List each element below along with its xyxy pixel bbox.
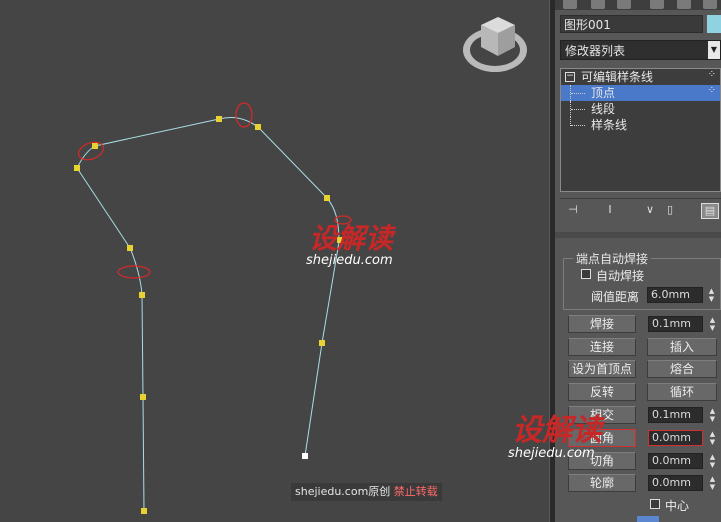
motion-tab-icon[interactable]	[650, 0, 664, 9]
weld-threshold-input[interactable]: 0.1mm	[648, 316, 703, 332]
hierarchy-tab-icon[interactable]	[617, 0, 631, 9]
vertex	[92, 143, 98, 149]
chevron-down-icon[interactable]: ▼	[708, 41, 720, 59]
vertex	[127, 245, 133, 251]
spline-canvas[interactable]	[0, 0, 549, 522]
outline-button[interactable]: 轮廓	[568, 474, 636, 492]
stack-item-editable-spline[interactable]: − 可编辑样条线 ⁘	[561, 69, 720, 85]
tree-line	[571, 109, 585, 110]
remove-modifier-icon[interactable]: ▯	[662, 203, 678, 217]
subobject-dots-icon: ⁘	[707, 85, 716, 96]
stack-item-segment[interactable]: 线段	[561, 101, 720, 117]
center-label: 中心	[665, 499, 690, 513]
object-color-swatch[interactable]	[707, 15, 721, 33]
watermark-site: shejiedu.com	[306, 253, 393, 268]
command-panel-tabs[interactable]	[555, 0, 721, 10]
rollout-separator	[555, 232, 721, 238]
threshold-label: 阈值距离	[591, 290, 640, 304]
modifier-list-dropdown[interactable]: 修改器列表 ▼	[560, 40, 721, 60]
marker-ellipse	[235, 102, 253, 128]
scroll-indicator[interactable]	[637, 516, 659, 522]
cycle-button[interactable]: 循环	[647, 383, 717, 401]
viewcube-icon[interactable]	[463, 17, 527, 72]
weld-button[interactable]: 焊接	[568, 315, 636, 333]
footer-warning: 禁止转载	[393, 485, 438, 498]
subobject-dots-icon: ⁘	[707, 69, 716, 80]
stack-item-label: 线段	[591, 102, 616, 116]
watermark-right: 设解读 shejiedu.com	[508, 413, 602, 461]
tree-line	[571, 93, 585, 94]
vertex	[141, 508, 147, 514]
spline-vertices[interactable]	[74, 116, 343, 514]
create-tab-icon[interactable]	[563, 0, 577, 9]
utilities-tab-icon[interactable]	[703, 0, 717, 9]
viewport-perspective[interactable]: 设解读 shejiedu.com shejiedu.com原创 禁止转载	[0, 0, 549, 522]
vertex	[319, 340, 325, 346]
vertex	[139, 292, 145, 298]
marker-ellipse	[117, 265, 151, 279]
configure-sets-icon[interactable]: ▤	[701, 203, 719, 219]
stack-item-vertex[interactable]: 顶点 ⁘	[561, 85, 720, 101]
watermark-brand: 设解读	[309, 222, 394, 255]
make-first-button[interactable]: 设为首顶点	[568, 360, 636, 378]
marker-ellipse	[77, 141, 105, 161]
crossinsert-spinner-icon[interactable]: ▲ ▼	[708, 407, 717, 423]
outline-input[interactable]: 0.0mm	[648, 475, 703, 491]
insert-button[interactable]: 插入	[647, 338, 717, 356]
make-unique-icon[interactable]: ∨	[642, 203, 658, 217]
stack-toolbar: ⊣ Ⅰ ∨ ▯ ▤	[560, 198, 721, 221]
watermark-site: shejiedu.com	[508, 446, 595, 461]
fuse-button[interactable]: 熔合	[647, 360, 717, 378]
modifier-list-label: 修改器列表	[565, 44, 626, 58]
fillet-spinner-icon[interactable]: ▲ ▼	[708, 430, 717, 446]
vertex-first	[302, 453, 308, 459]
group-title: 端点自动焊接	[573, 250, 652, 267]
watermark-brand: 设解读	[512, 413, 602, 448]
stack-item-label: 顶点	[591, 86, 616, 100]
collapse-icon[interactable]: −	[565, 72, 575, 82]
auto-weld-label: 自动焊接	[596, 269, 645, 283]
object-name-field[interactable]: 图形001	[560, 15, 703, 33]
crossinsert-input[interactable]: 0.1mm	[648, 407, 703, 423]
chamfer-spinner-icon[interactable]: ▲ ▼	[708, 453, 717, 469]
vertex	[255, 124, 261, 130]
vertex	[216, 116, 222, 122]
stack-item-spline[interactable]: 样条线	[561, 117, 720, 133]
vertex	[324, 195, 330, 201]
weld-spinner-icon[interactable]: ▲ ▼	[708, 316, 717, 332]
vertex	[140, 394, 146, 400]
watermark-center: 设解读 shejiedu.com	[306, 222, 394, 268]
show-end-result-icon[interactable]: Ⅰ	[602, 203, 618, 217]
outline-spinner-icon[interactable]: ▲ ▼	[708, 475, 717, 491]
modifier-stack[interactable]: − 可编辑样条线 ⁘ 顶点 ⁘ 线段 样条线	[560, 68, 721, 192]
footer-text: 原创	[368, 485, 391, 498]
connect-button[interactable]: 连接	[568, 338, 636, 356]
spline-left[interactable]	[76, 117, 340, 512]
modify-tab-icon[interactable]	[591, 0, 605, 9]
stack-item-label: 可编辑样条线	[581, 70, 654, 84]
fillet-input[interactable]: 0.0mm	[648, 430, 703, 446]
display-tab-icon[interactable]	[677, 0, 691, 9]
reverse-button[interactable]: 反转	[568, 383, 636, 401]
chamfer-input[interactable]: 0.0mm	[648, 453, 703, 469]
center-checkbox[interactable]	[650, 499, 660, 509]
threshold-input[interactable]: 6.0mm	[647, 287, 703, 303]
stack-item-label: 样条线	[591, 118, 628, 132]
threshold-spinner-icon[interactable]: ▲ ▼	[707, 287, 716, 303]
pin-stack-icon[interactable]: ⊣	[565, 203, 581, 217]
auto-weld-checkbox[interactable]	[581, 269, 591, 279]
tree-line	[571, 125, 585, 126]
footer-notice: shejiedu.com原创 禁止转载	[291, 483, 442, 501]
footer-site: shejiedu.com	[295, 485, 369, 498]
vertex	[74, 165, 80, 171]
